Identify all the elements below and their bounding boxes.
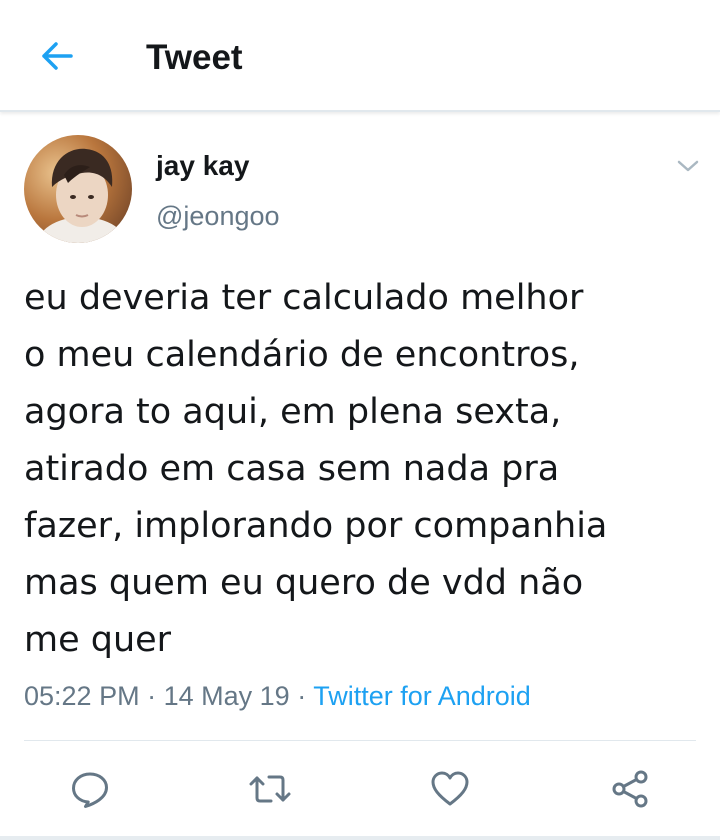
retweet-icon: [249, 775, 291, 803]
tweet-text-line: agora to aqui, em plena sexta,: [24, 392, 562, 432]
tweet-date: 14 May 19: [163, 681, 290, 711]
author-handle[interactable]: @jeongoo: [156, 198, 280, 234]
back-button[interactable]: [32, 36, 80, 76]
tweet-text-line: me quer: [24, 620, 172, 660]
like-button[interactable]: [426, 765, 474, 813]
avatar[interactable]: [24, 135, 132, 243]
reply-button[interactable]: [66, 765, 114, 813]
meta-separator: ·: [297, 681, 307, 711]
author-display-name[interactable]: jay kay: [156, 148, 249, 184]
share-button[interactable]: [606, 765, 654, 813]
tweet-text-line: fazer, implorando por companhia: [24, 506, 608, 546]
heart-icon: [431, 771, 469, 806]
tweet-text-line: o meu calendário de encontros,: [24, 335, 580, 375]
tweet-text-line: eu deveria ter calculado melhor: [24, 278, 584, 318]
tweet-text-line: atirado em casa sem nada pra: [24, 449, 560, 489]
reply-icon: [72, 772, 108, 808]
top-app-bar: Tweet: [0, 0, 720, 112]
bottom-divider: [0, 836, 720, 840]
tweet-time: 05:22 PM: [24, 681, 140, 711]
more-options-button[interactable]: [672, 150, 704, 182]
tweet-metadata: 05:22 PM · 14 May 19 · Twitter for Andro…: [24, 676, 531, 716]
arrow-left-icon: [42, 42, 73, 70]
meta-separator: ·: [147, 681, 157, 711]
chevron-down-icon: [677, 160, 699, 172]
tweet-text-line: mas quem eu quero de vdd não: [24, 563, 584, 603]
page-title: Tweet: [146, 38, 243, 77]
share-icon: [612, 770, 648, 808]
tweet-actions: [0, 745, 720, 835]
tweet-source-link[interactable]: Twitter for Android: [313, 681, 531, 711]
tweet-text: eu deveria ter calculado melhor o meu ca…: [24, 270, 704, 669]
retweet-button[interactable]: [246, 765, 294, 813]
divider: [24, 740, 696, 741]
